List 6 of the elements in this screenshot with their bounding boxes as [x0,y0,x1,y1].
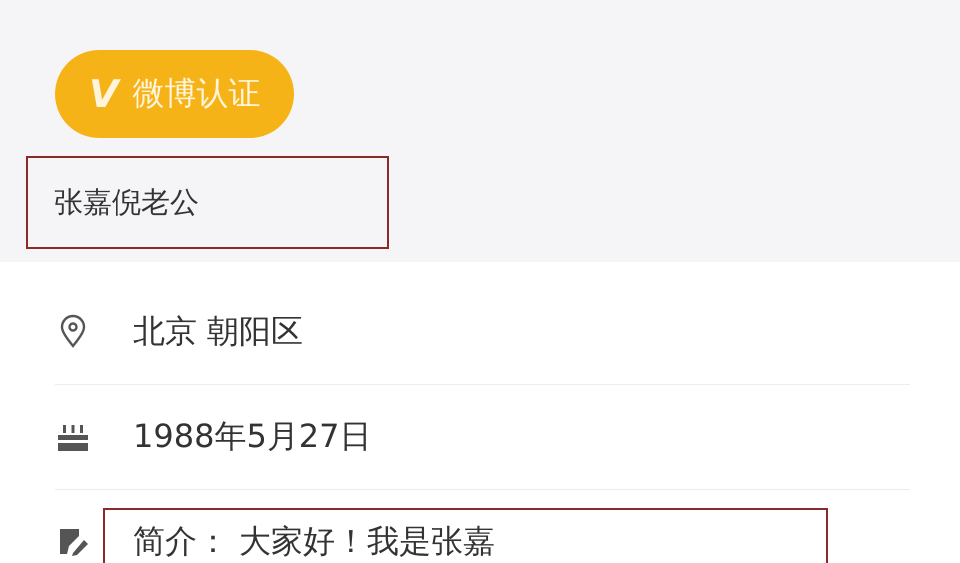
profile-name: 张嘉倪老公 [26,156,389,249]
birthday-text: 1988年5月27日 [132,416,373,457]
badge-label: 微博认证 [132,73,260,114]
verified-mark: V [89,72,118,116]
location-text: 北京 朝阳区 [132,311,304,352]
bio-text: 简介： 大家好！我是张嘉 [103,508,828,563]
